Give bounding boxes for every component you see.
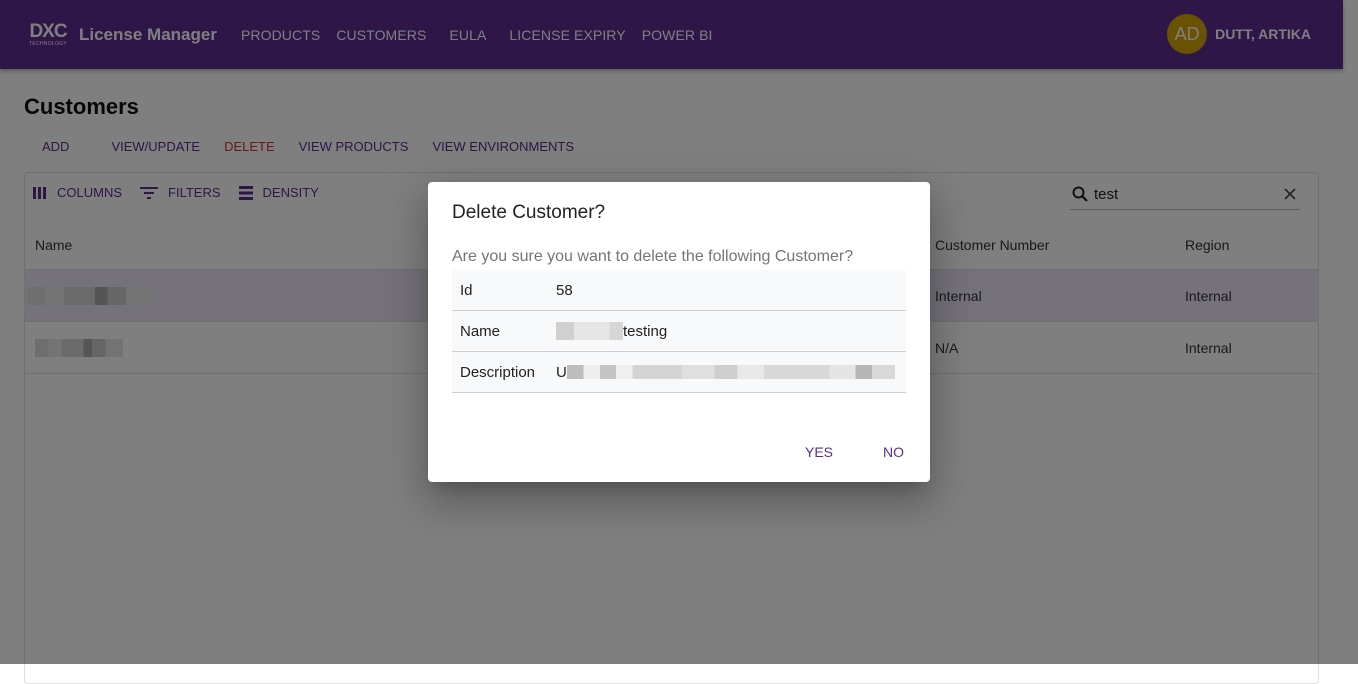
no-button[interactable]: NO — [871, 438, 916, 466]
detail-value: U — [556, 363, 567, 381]
detail-value: 58 — [556, 281, 573, 299]
detail-row-name: Name testing — [452, 311, 906, 352]
customer-details: Id 58 Name testing Description U — [452, 270, 906, 393]
detail-label: Description — [460, 363, 536, 381]
detail-row-description: Description U — [452, 352, 906, 393]
detail-row-id: Id 58 — [452, 270, 906, 311]
detail-value-wrap: testing — [556, 322, 906, 340]
dialog-title: Delete Customer? — [452, 202, 606, 223]
dialog-message: Are you sure you want to delete the foll… — [452, 248, 854, 265]
yes-button[interactable]: YES — [793, 438, 845, 466]
dialog-actions: YES NO — [757, 438, 916, 466]
detail-value-wrap: U — [556, 364, 906, 381]
delete-customer-dialog: Delete Customer? Are you sure you want t… — [428, 182, 930, 482]
redacted-text — [556, 322, 623, 340]
detail-value: testing — [623, 322, 668, 340]
detail-label: Id — [460, 281, 473, 299]
detail-label: Name — [460, 322, 501, 340]
redacted-text — [566, 365, 895, 379]
